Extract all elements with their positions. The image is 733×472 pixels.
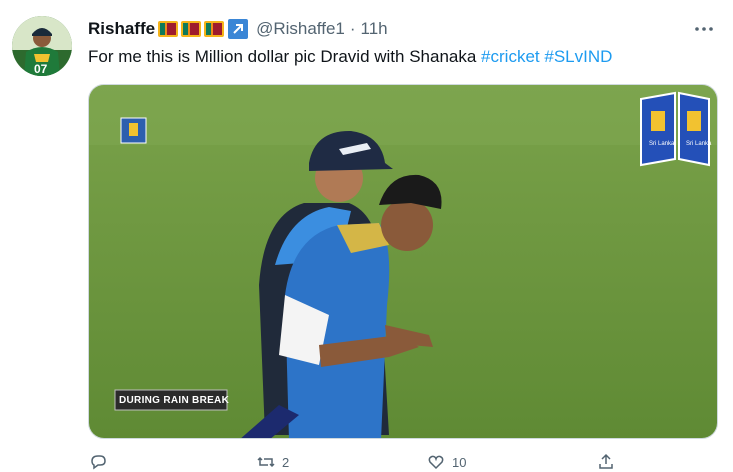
share-icon [599, 453, 613, 469]
tweet-actions: 2 10 [88, 452, 718, 472]
tweet-header: Rishaffe @Rishaffe1 · 11h [88, 17, 388, 41]
tweet[interactable]: 07 Rishaffe @Rishaffe1 · 11h For me this… [0, 0, 733, 470]
tweet-time[interactable]: 11h [361, 19, 388, 39]
tweet-body: For me this is Million dollar pic Dravid… [88, 47, 482, 66]
dot-separator: · [349, 19, 356, 38]
tweet-media[interactable]: Sri Lanka Sri Lanka DURING RAIN BREAK [88, 84, 718, 439]
retweet-count: 2 [282, 454, 290, 470]
reply-button[interactable] [88, 452, 108, 472]
share-button[interactable] [596, 452, 616, 472]
media-caption: DURING RAIN BREAK [119, 395, 230, 406]
retweet-button[interactable]: 2 [256, 452, 289, 472]
sri-lanka-flag-icon [204, 21, 225, 37]
sri-lanka-flag-icon [181, 21, 202, 37]
avatar[interactable]: 07 [12, 16, 72, 76]
avatar-image: 07 [12, 16, 72, 76]
media-photo: Sri Lanka Sri Lanka [89, 85, 717, 438]
hashtag-link[interactable]: #cricket [481, 47, 540, 66]
svg-text:Sri Lanka: Sri Lanka [686, 141, 712, 147]
like-count: 10 [452, 454, 467, 470]
reply-icon [91, 455, 106, 470]
hashtag-link[interactable]: #SLvIND [544, 47, 612, 66]
svg-text:07: 07 [34, 62, 48, 76]
sri-lanka-flag-icon [158, 21, 179, 37]
display-name[interactable]: Rishaffe [88, 19, 155, 39]
user-handle[interactable]: @Rishaffe1 [256, 19, 345, 39]
more-horizontal-icon[interactable] [693, 18, 715, 45]
heart-icon [428, 455, 444, 470]
tweet-text: For me this is Million dollar pic Dravid… [88, 46, 612, 68]
like-button[interactable]: 10 [426, 452, 466, 472]
arrow-up-right-icon [228, 19, 249, 39]
svg-text:Sri Lanka: Sri Lanka [649, 141, 675, 147]
retweet-icon [257, 456, 275, 468]
